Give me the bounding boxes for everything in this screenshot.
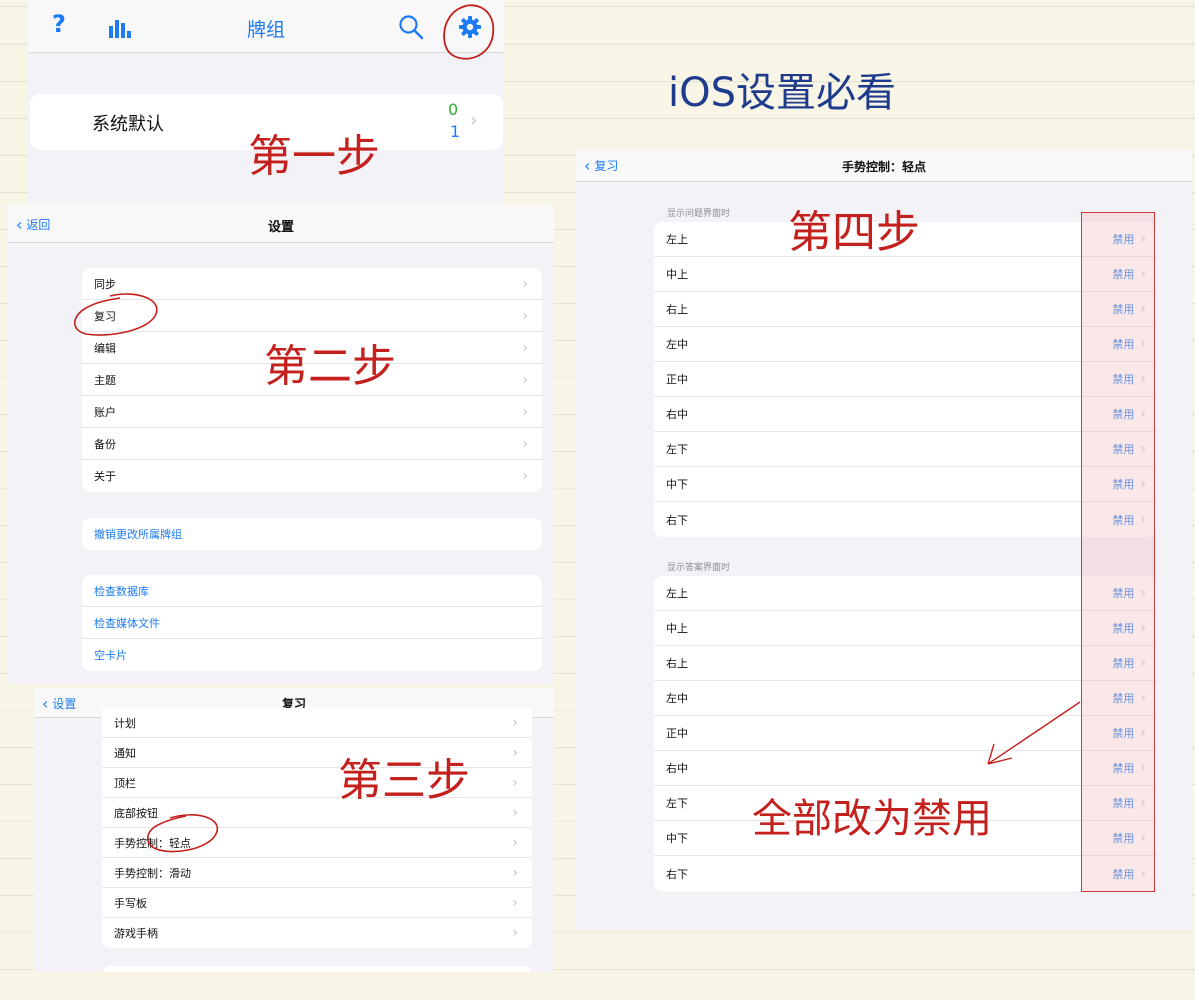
deck-name: 系统默认 [92, 114, 164, 135]
gesture-zone-label: 中上 [666, 268, 688, 281]
chevron-right-icon: › [512, 774, 518, 791]
gesture-zone-label: 正中 [666, 727, 688, 740]
row-label: 游戏手柄 [114, 927, 158, 940]
settings-group-check: 检查数据库检查媒体文件 空卡片 [82, 575, 542, 671]
settings-screen: ‹ 返回 设置 同步 › 复习 › 编辑 › 主题 › 账户 › 备份 › 关于 › 撤销更改所属牌组 检… [8, 204, 554, 684]
chevron-right-icon: › [470, 110, 478, 131]
chevron-right-icon: › [522, 403, 528, 420]
arrow-annotation [987, 701, 1081, 765]
chevron-right-icon: › [512, 894, 518, 911]
gesture-zone-label: 左中 [666, 338, 688, 351]
row-label: 编辑 [94, 341, 116, 355]
review-next-group [102, 966, 532, 972]
settings-item[interactable]: 关于 › [82, 460, 542, 492]
tap-gestures-title: 手势控制：轻点 [841, 160, 926, 174]
step2-label: 第二步 [264, 341, 396, 392]
row-label: 关于 [94, 470, 116, 483]
gesture-zone-label: 左上 [666, 587, 688, 600]
row-label: 通知 [114, 746, 136, 760]
gear-circle-annotation [443, 4, 495, 60]
settings-item[interactable]: 备份 › [82, 428, 542, 460]
settings-title: 设置 [267, 220, 294, 235]
page-title: iOS设置必看 [668, 70, 896, 116]
review-item[interactable]: 游戏手柄 › [102, 918, 532, 948]
row-label: 手势控制：滑动 [114, 866, 191, 880]
gesture-zone-label: 中下 [666, 832, 688, 845]
review-item[interactable]: 计划 › [102, 708, 532, 738]
step3-label: 第三步 [338, 755, 470, 806]
answer-section-header: 显示答案界面时 [667, 563, 731, 573]
tap-gesture-circle-annotation [147, 814, 219, 853]
chevron-right-icon: › [522, 339, 528, 356]
row-label: 撤销更改所属牌组 [94, 528, 182, 541]
settings-item[interactable]: 账户 › [82, 396, 542, 428]
row-label: 手写板 [114, 896, 147, 910]
review-item[interactable]: 手势控制：滑动 › [102, 858, 532, 888]
row-label: 顶栏 [114, 776, 136, 790]
row-label: 检查数据库 [94, 584, 149, 598]
disabled-values-highlight [1081, 212, 1155, 892]
chevron-right-icon: › [512, 925, 518, 941]
gesture-zone-label: 左上 [666, 233, 688, 246]
gesture-zone-label: 右下 [666, 867, 688, 881]
chevron-right-icon: › [522, 435, 528, 452]
chevron-right-icon: › [512, 834, 518, 851]
gesture-zone-label: 左下 [666, 443, 688, 456]
chevron-right-icon: › [512, 864, 518, 881]
decks-title: 牌组 [246, 19, 285, 41]
chevron-right-icon: › [512, 804, 518, 821]
decks-navbar: ? 牌组 [28, 0, 504, 53]
settings-action[interactable]: 检查数据库 [82, 575, 542, 607]
gesture-zone-label: 右上 [666, 657, 688, 670]
tap-gestures-navbar: ‹ 复习 手势控制：轻点 [576, 150, 1192, 182]
chevron-right-icon: › [522, 275, 528, 292]
gesture-zone-label: 左中 [666, 692, 688, 705]
step4-label: 第四步 [788, 207, 920, 258]
chevron-right-icon: › [522, 307, 528, 324]
search-icon[interactable] [398, 14, 424, 40]
settings-action[interactable]: 空卡片 [82, 639, 542, 671]
gesture-zone-label: 右中 [666, 762, 688, 775]
row-label: 主题 [94, 373, 116, 387]
deck-count-new: 0 [448, 100, 459, 119]
settings-action[interactable]: 检查媒体文件 [82, 607, 542, 639]
gesture-zone-label: 正中 [666, 373, 688, 386]
row-label: 计划 [114, 716, 136, 730]
gesture-zone-label: 左下 [666, 797, 688, 810]
review-item[interactable]: 手写板 › [102, 888, 532, 918]
gesture-zone-label: 右下 [666, 513, 688, 527]
settings-group-undo: 撤销更改所属牌组 [82, 518, 542, 550]
chevron-right-icon: › [512, 714, 518, 731]
gesture-zone-label: 中下 [666, 478, 688, 491]
chevron-right-icon: › [522, 371, 528, 388]
row-label: 备份 [94, 437, 116, 451]
gesture-zone-label: 右中 [666, 408, 688, 421]
row-label: 账户 [94, 405, 116, 419]
row-label: 空卡片 [94, 649, 127, 662]
gesture-zone-label: 右上 [666, 303, 688, 316]
question-section-header: 显示问题界面时 [667, 209, 731, 219]
step1-label: 第一步 [248, 131, 380, 182]
settings-navbar: ‹ 返回 设置 [8, 204, 554, 243]
review-circle-annotation [73, 293, 158, 336]
row-label: 检查媒体文件 [94, 616, 160, 630]
settings-action[interactable]: 撤销更改所属牌组 [82, 518, 542, 550]
chevron-right-icon: › [512, 744, 518, 761]
gesture-zone-label: 中上 [666, 622, 688, 635]
note-label: 全部改为禁用 [752, 796, 992, 842]
chevron-right-icon: › [522, 468, 528, 484]
review-screen: ‹ 设置 复习 计划 › 通知 › 顶栏 › 底部按钮 › 手势控制：轻点 › 手势控制：滑动 › 手写… [34, 688, 554, 972]
deck-count-review: 1 [450, 122, 461, 141]
